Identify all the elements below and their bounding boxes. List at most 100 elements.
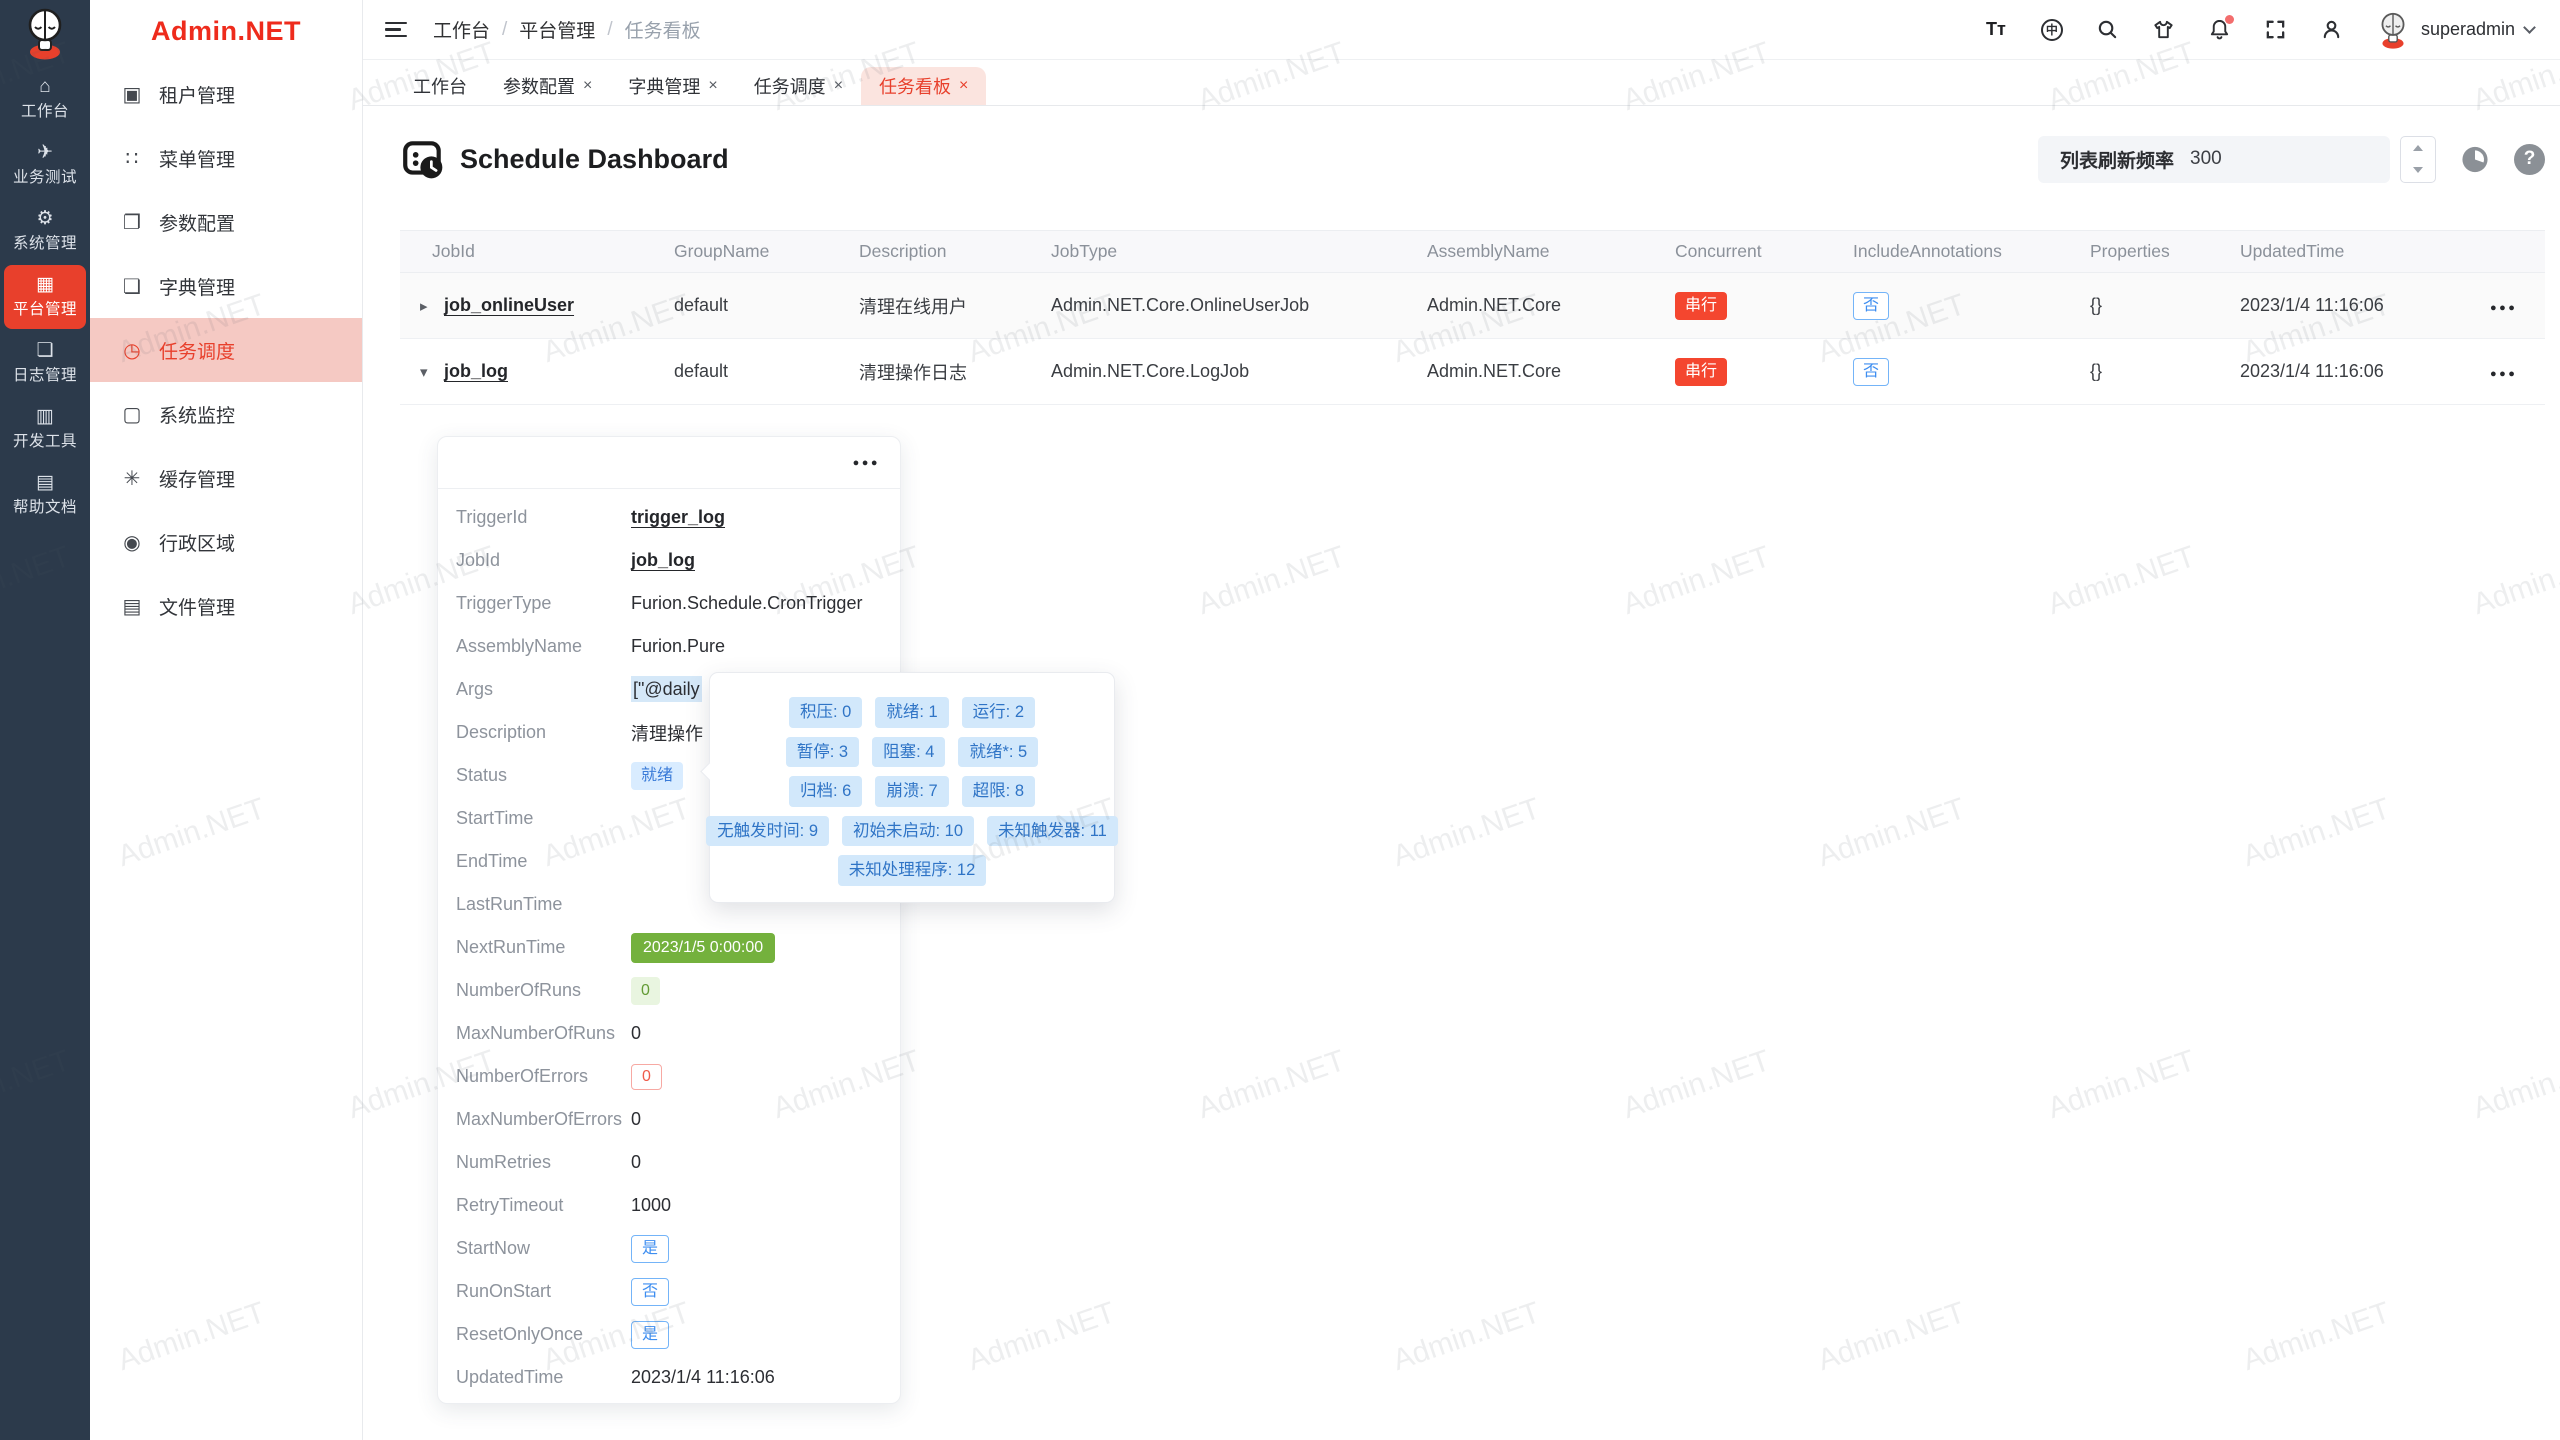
- board-header: Schedule Dashboard 列表刷新频率 300 ?: [400, 128, 2545, 190]
- map-pin-icon: ◉: [120, 530, 144, 555]
- sidebar-item-label: 字典管理: [159, 273, 235, 300]
- breadcrumb-item[interactable]: 平台管理: [519, 16, 595, 43]
- tab-strip: 工作台 参数配置 × 字典管理 × 任务调度 × 任务看板 ×: [363, 60, 2560, 106]
- cell-properties: {}: [2090, 361, 2240, 382]
- collapse-menu-icon[interactable]: [385, 22, 407, 38]
- notification-badge: [2225, 15, 2234, 24]
- rail-item-system-mgmt[interactable]: ⚙ 系统管理: [4, 199, 86, 263]
- sidebar-item-tenant[interactable]: ▣ 租户管理: [90, 62, 362, 126]
- trigger-id-link[interactable]: trigger_log: [631, 507, 725, 527]
- table-row[interactable]: ▾ job_log default 清理操作日志 Admin.NET.Core.…: [400, 339, 2545, 405]
- tab-label: 参数配置: [503, 73, 575, 99]
- include-annotations-badge: 否: [1853, 358, 1889, 386]
- user-center-icon[interactable]: [2319, 17, 2345, 43]
- close-icon[interactable]: ×: [959, 77, 968, 95]
- arrow-up-icon: [2413, 145, 2423, 151]
- col-header-updatedtime: UpdatedTime: [2240, 241, 2490, 262]
- rail-item-label: 平台管理: [13, 297, 77, 319]
- include-annotations-badge: 否: [1853, 292, 1889, 320]
- rail-item-help-docs[interactable]: ▤ 帮助文档: [4, 463, 86, 527]
- font-size-icon[interactable]: Tт: [1983, 17, 2009, 43]
- tab-dictionary[interactable]: 字典管理 ×: [610, 67, 735, 105]
- breadcrumb-item-current: 任务看板: [625, 16, 701, 43]
- rail-item-platform-mgmt[interactable]: ▦ 平台管理: [4, 265, 86, 329]
- rail-item-business-test[interactable]: ✈ 业务测试: [4, 133, 86, 197]
- sidebar: Admin.NET ▣ 租户管理 ∷ 菜单管理 ❐ 参数配置 ❏ 字典管理 ◷ …: [90, 0, 363, 1440]
- breadcrumb-item[interactable]: 工作台: [433, 16, 490, 43]
- status-legend-badge: 崩溃: 7: [875, 776, 948, 807]
- topbar-actions: Tт 中: [1983, 11, 2560, 49]
- help-icon[interactable]: ?: [2514, 144, 2545, 175]
- status-legend-badge: 未知处理程序: 12: [838, 855, 987, 886]
- tab-label: 字典管理: [628, 73, 700, 99]
- refresh-rate-field[interactable]: 列表刷新频率 300: [2038, 136, 2390, 183]
- row-more-actions-icon[interactable]: ●●●: [2490, 368, 2517, 380]
- status-legend-badge: 未知触发器: 11: [987, 816, 1118, 847]
- breadcrumb-separator: /: [607, 19, 612, 41]
- detail-row-numberofruns: NumberOfRuns 0: [438, 969, 900, 1012]
- status-badge[interactable]: 就绪: [631, 762, 683, 790]
- rail-item-log-mgmt[interactable]: ❏ 日志管理: [4, 331, 86, 395]
- rail-item-dev-tools[interactable]: ▥ 开发工具: [4, 397, 86, 461]
- sidebar-item-label: 租户管理: [159, 81, 235, 108]
- stepper-down-button[interactable]: [2401, 159, 2435, 182]
- cell-updatedtime: 2023/1/4 11:16:06: [2240, 295, 2490, 316]
- close-icon[interactable]: ×: [708, 77, 717, 95]
- collapse-row-icon[interactable]: ▾: [420, 363, 434, 381]
- tab-label: 工作台: [413, 73, 467, 99]
- sidebar-item-label: 菜单管理: [159, 145, 235, 172]
- job-id-link[interactable]: job_onlineUser: [444, 295, 574, 316]
- rail-item-workbench[interactable]: ⌂ 工作台: [4, 67, 86, 131]
- sidebar-item-files[interactable]: ▤ 文件管理: [90, 574, 362, 638]
- table-row[interactable]: ▸ job_onlineUser default 清理在线用户 Admin.NE…: [400, 273, 2545, 339]
- refresh-rate-label: 列表刷新频率: [2060, 146, 2174, 173]
- detail-row-numberoferrors: NumberOfErrors 0: [438, 1055, 900, 1098]
- detail-more-actions-icon[interactable]: ●●●: [853, 457, 880, 469]
- sidebar-item-menu[interactable]: ∷ 菜单管理: [90, 126, 362, 190]
- cell-jobtype: Admin.NET.Core.LogJob: [1051, 361, 1427, 382]
- tab-task-schedule[interactable]: 任务调度 ×: [736, 67, 861, 105]
- status-legend-badge: 无触发时间: 9: [706, 816, 829, 847]
- app-logo[interactable]: [0, 0, 90, 66]
- run-on-start-badge: 否: [631, 1278, 669, 1306]
- fullscreen-icon[interactable]: [2263, 17, 2289, 43]
- breadcrumb: 工作台 / 平台管理 / 任务看板: [433, 16, 701, 43]
- notification-bell-icon[interactable]: [2207, 17, 2233, 43]
- close-icon[interactable]: ×: [583, 77, 592, 95]
- brand-text: Admin.NET: [151, 16, 301, 47]
- history-pie-clock-icon[interactable]: [2462, 146, 2488, 172]
- detail-row-numretries: NumRetries 0: [438, 1141, 900, 1184]
- sidebar-item-cache[interactable]: ✳ 缓存管理: [90, 446, 362, 510]
- cell-assemblyname: Admin.NET.Core: [1427, 361, 1675, 382]
- job-id-link[interactable]: job_log: [444, 361, 508, 382]
- theme-shirt-icon[interactable]: [2151, 17, 2177, 43]
- table-header-row: JobId GroupName Description JobType Asse…: [400, 231, 2545, 273]
- col-header-assemblyname: AssemblyName: [1427, 241, 1675, 262]
- user-menu[interactable]: superadmin: [2375, 11, 2534, 49]
- tab-workbench[interactable]: 工作台: [395, 67, 485, 105]
- expand-row-icon[interactable]: ▸: [420, 297, 434, 315]
- tab-params[interactable]: 参数配置 ×: [485, 67, 610, 105]
- status-legend-badge: 归档: 6: [789, 776, 862, 807]
- sidebar-item-params[interactable]: ❐ 参数配置: [90, 190, 362, 254]
- concurrent-badge: 串行: [1675, 292, 1727, 320]
- sidebar-item-system-monitor[interactable]: ▢ 系统监控: [90, 382, 362, 446]
- sidebar-item-dictionary[interactable]: ❏ 字典管理: [90, 254, 362, 318]
- col-header-jobid: JobId: [400, 241, 674, 262]
- sidebar-item-label: 文件管理: [159, 593, 235, 620]
- sidebar-item-region[interactable]: ◉ 行政区域: [90, 510, 362, 574]
- tab-label: 任务调度: [754, 73, 826, 99]
- stepper-up-button[interactable]: [2401, 137, 2435, 160]
- col-header-properties: Properties: [2090, 241, 2240, 262]
- close-icon[interactable]: ×: [834, 77, 843, 95]
- col-header-groupname: GroupName: [674, 241, 859, 262]
- cell-properties: {}: [2090, 295, 2240, 316]
- tab-task-dashboard[interactable]: 任务看板 ×: [861, 67, 986, 105]
- search-icon[interactable]: [2095, 17, 2121, 43]
- brand-area[interactable]: Admin.NET: [90, 0, 362, 62]
- row-more-actions-icon[interactable]: ●●●: [2490, 302, 2517, 314]
- language-icon[interactable]: 中: [2039, 17, 2065, 43]
- sidebar-item-task-schedule[interactable]: ◷ 任务调度: [90, 318, 362, 382]
- detail-row-maxnumberofruns: MaxNumberOfRuns 0: [438, 1012, 900, 1055]
- job-id-link[interactable]: job_log: [631, 550, 695, 570]
